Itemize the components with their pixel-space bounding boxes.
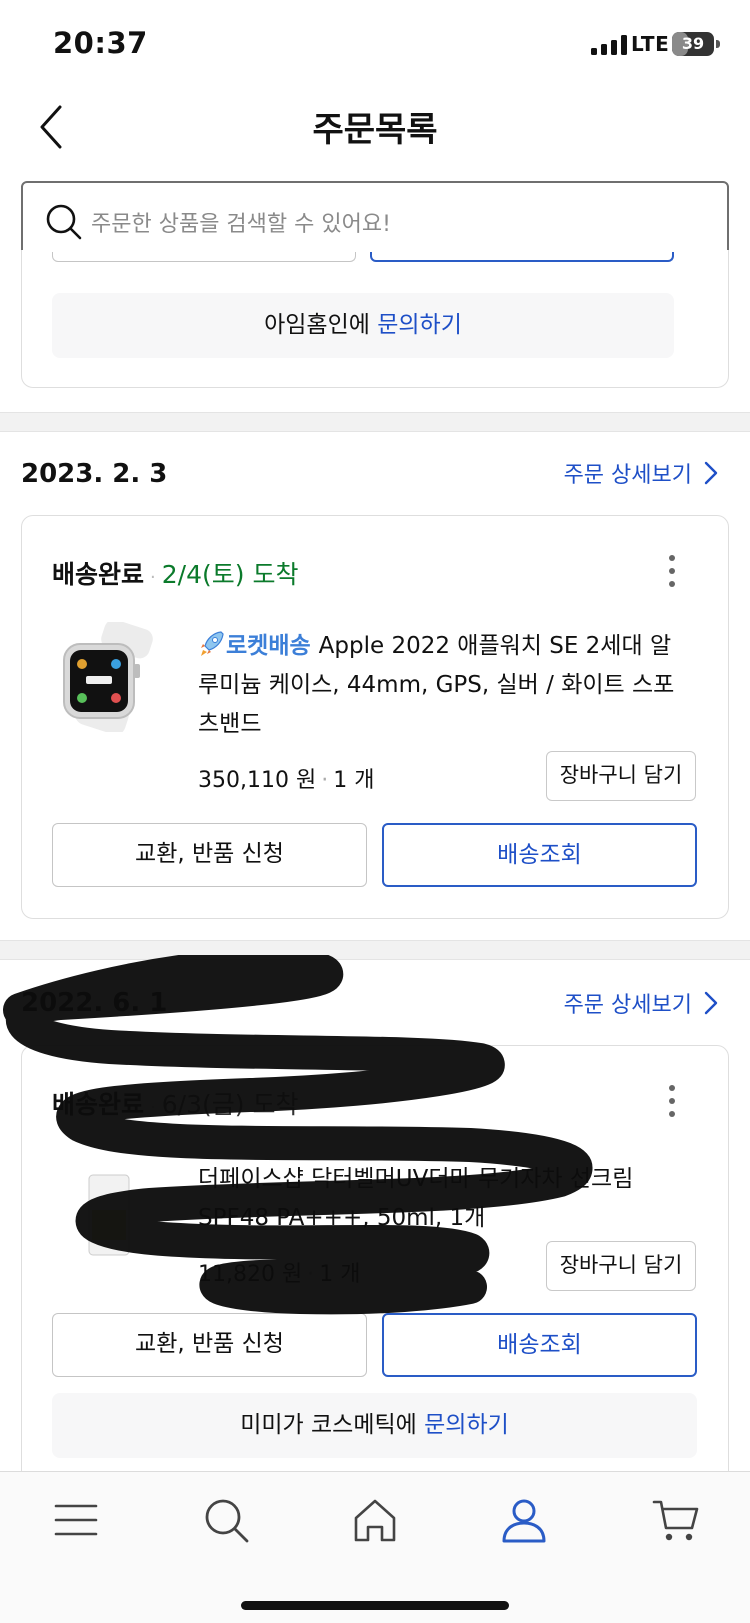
rocket-delivery-label: 로켓배송 [226, 633, 311, 659]
user-icon[interactable] [500, 1496, 548, 1544]
order-detail-link[interactable]: 주문 상세보기 [564, 457, 718, 489]
product-name[interactable]: 로켓배송 Apple 2022 애플워치 SE 2세대 알루미늄 케이스, 44… [198, 627, 688, 744]
product-image-apple-watch[interactable] [56, 619, 166, 735]
more-options-icon[interactable] [666, 553, 678, 589]
battery-level-text: 39 [681, 34, 705, 53]
product-title: 더페이스샵 닥터벨머UV더마 무기자차 선크림 SPF48 PA+++, 50m… [198, 1166, 634, 1231]
add-to-cart-button[interactable]: 장바구니 담기 [546, 751, 696, 801]
product-image-sunscreen[interactable] [64, 1155, 134, 1265]
order-date: 2023. 2. 3 [21, 459, 168, 489]
seller-inquiry[interactable]: 아임홈인에 문의하기 [52, 293, 674, 358]
status-bar: 20:37 LTE 39 [0, 0, 750, 88]
price: 350,110 원 [198, 768, 317, 793]
previous-exchange-button-edge[interactable] [52, 252, 356, 262]
arrival-date: 2/4(토) 도착 [161, 560, 299, 589]
order-detail-label: 주문 상세보기 [563, 993, 692, 1018]
search-placeholder: 주문한 상품을 검색할 수 있어요! [91, 212, 391, 237]
status-time: 20:37 [53, 26, 148, 60]
delivery-status: 배송완료 · 6/3(금) 도착 [52, 1090, 299, 1119]
nav-bar: 주문목록 [0, 88, 750, 168]
rocket-delivery-badge: 로켓배송 [198, 631, 319, 659]
status-label: 배송완료 [52, 1090, 145, 1119]
previous-tracking-button-edge[interactable] [370, 252, 674, 262]
order-card-previous: 아임홈인에 문의하기 [21, 250, 729, 388]
arrival-date: 6/3(금) 도착 [161, 1090, 299, 1119]
price: 11,820 원 [198, 1262, 303, 1287]
add-to-cart-button[interactable]: 장바구니 담기 [546, 1241, 696, 1291]
apple-watch-icon [63, 619, 153, 735]
inquiry-link[interactable]: 문의하기 [377, 312, 462, 338]
sunscreen-icon [88, 1174, 130, 1256]
order-detail-link[interactable]: 주문 상세보기 [564, 987, 718, 1019]
product-name[interactable]: 더페이스샵 닥터벨머UV더마 무기자차 선크림 SPF48 PA+++, 50m… [198, 1160, 638, 1238]
seller-inquiry-text: 아임홈인에 [264, 312, 370, 338]
track-delivery-button[interactable]: 배송조회 [382, 1313, 697, 1377]
network-label: LTE [631, 32, 670, 56]
price-quantity: 11,820 원 · 1 개 [198, 1262, 361, 1287]
page-title: 주문목록 [312, 110, 438, 150]
price-quantity: 350,110 원 · 1 개 [198, 768, 375, 793]
battery-cap [716, 40, 720, 48]
order-date: 2022. 6. 1 [21, 988, 168, 1018]
section-divider [0, 940, 750, 960]
search-icon [46, 204, 82, 240]
delivery-status: 배송완료 · 2/4(토) 도착 [52, 560, 299, 589]
search-icon[interactable] [202, 1496, 250, 1544]
chevron-right-icon [704, 461, 718, 485]
section-divider [0, 412, 750, 432]
rocket-icon [201, 631, 224, 656]
home-indicator [241, 1601, 509, 1610]
seller-inquiry[interactable]: 미미가 코스메틱에 문의하기 [52, 1393, 697, 1458]
inquiry-link[interactable]: 문의하기 [424, 1412, 509, 1438]
track-delivery-button[interactable]: 배송조회 [382, 823, 697, 887]
signal-icon [591, 35, 627, 55]
home-icon[interactable] [351, 1496, 399, 1544]
exchange-return-button[interactable]: 교환, 반품 신청 [52, 1313, 367, 1377]
quantity: 1 개 [319, 1262, 361, 1287]
battery-icon: 39 [672, 32, 714, 56]
quantity: 1 개 [333, 768, 375, 793]
chevron-right-icon [704, 991, 718, 1015]
status-label: 배송완료 [52, 560, 145, 589]
search-input[interactable]: 주문한 상품을 검색할 수 있어요! [21, 181, 729, 260]
menu-icon[interactable] [52, 1496, 100, 1544]
order-detail-label: 주문 상세보기 [563, 463, 692, 488]
cart-icon[interactable] [652, 1496, 700, 1544]
more-options-icon[interactable] [666, 1083, 678, 1119]
seller-inquiry-text: 미미가 코스메틱에 [240, 1412, 417, 1438]
exchange-return-button[interactable]: 교환, 반품 신청 [52, 823, 367, 887]
